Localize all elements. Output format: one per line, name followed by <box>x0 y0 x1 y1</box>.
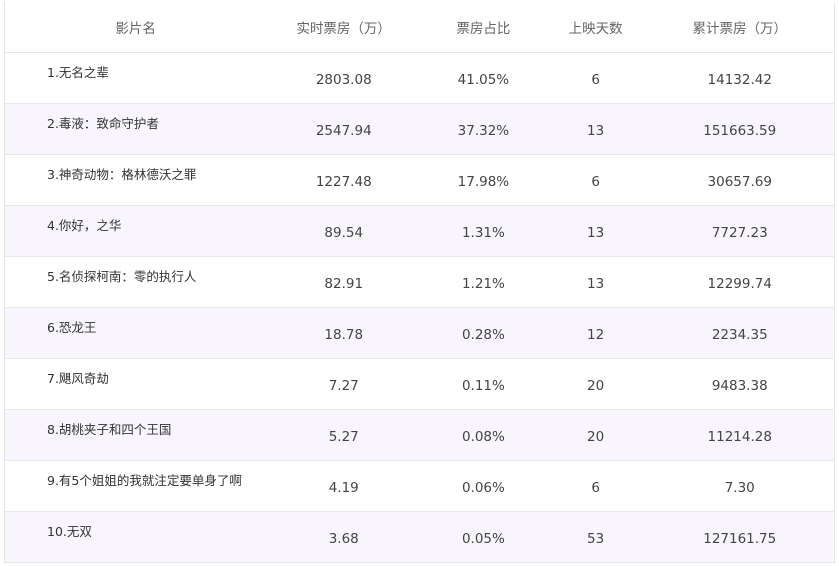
table-row[interactable]: 4.你好，之华 89.54 1.31% 13 7727.23 <box>5 206 834 257</box>
days-showing-cell: 12 <box>587 327 605 343</box>
table-row[interactable]: 3.神奇动物：格林德沃之罪 1227.48 17.98% 6 30657.69 <box>5 155 834 206</box>
film-name-cell: 8.胡桃夹子和四个王国 <box>47 422 172 437</box>
realtime-box-office-cell: 3.68 <box>328 531 359 547</box>
realtime-box-office-cell: 89.54 <box>324 225 364 241</box>
total-box-office-cell: 11214.28 <box>707 429 772 445</box>
table-row[interactable]: 8.胡桃夹子和四个王国 5.27 0.08% 20 11214.28 <box>5 410 834 461</box>
film-name-cell: 1.无名之辈 <box>47 65 109 80</box>
header-realtime-box-office[interactable]: 实时票房（万） <box>266 2 421 52</box>
box-office-share-cell: 0.05% <box>461 531 505 547</box>
header-total-box-office[interactable]: 累计票房（万） <box>645 2 834 52</box>
total-box-office-cell: 127161.75 <box>703 531 777 547</box>
realtime-box-office-cell: 4.19 <box>328 480 359 496</box>
days-showing-cell: 6 <box>591 174 600 190</box>
total-box-office-cell: 7.30 <box>724 480 755 496</box>
film-name-cell: 3.神奇动物：格林德沃之罪 <box>47 167 197 182</box>
days-showing-cell: 13 <box>587 123 605 139</box>
realtime-box-office-cell: 1227.48 <box>315 174 372 190</box>
table-row[interactable]: 5.名侦探柯南：零的执行人 82.91 1.21% 13 12299.74 <box>5 257 834 308</box>
table-row[interactable]: 6.恐龙王 18.78 0.28% 12 2234.35 <box>5 308 834 359</box>
days-showing-cell: 53 <box>587 531 605 547</box>
box-office-share-cell: 0.11% <box>461 378 505 394</box>
days-showing-cell: 20 <box>587 429 605 445</box>
days-showing-cell: 6 <box>591 72 600 88</box>
table-row[interactable]: 1.无名之辈 2803.08 41.05% 6 14132.42 <box>5 53 834 104</box>
header-film-name[interactable]: 影片名 <box>5 2 266 52</box>
table-row[interactable]: 2.毒液：致命守护者 2547.94 37.32% 13 151663.59 <box>5 104 834 155</box>
film-name-cell: 9.有5个姐姐的我就注定要单身了啊 <box>47 473 242 488</box>
film-name-cell: 2.毒液：致命守护者 <box>47 116 159 131</box>
table-header: 影片名 实时票房（万） 票房占比 上映天数 累计票房（万） <box>5 2 834 53</box>
days-showing-cell: 13 <box>587 276 605 292</box>
realtime-box-office-cell: 2803.08 <box>315 72 372 88</box>
realtime-box-office-cell: 18.78 <box>324 327 364 343</box>
box-office-share-cell: 37.32% <box>457 123 510 139</box>
days-showing-cell: 6 <box>591 480 600 496</box>
film-name-cell: 5.名侦探柯南：零的执行人 <box>47 269 197 284</box>
film-name-cell: 7.飓风奇劫 <box>47 371 109 386</box>
box-office-share-cell: 17.98% <box>457 174 510 190</box>
days-showing-cell: 13 <box>587 225 605 241</box>
table-row[interactable]: 10.无双 3.68 0.05% 53 127161.75 <box>5 512 834 563</box>
table-row[interactable]: 7.飓风奇劫 7.27 0.11% 20 9483.38 <box>5 359 834 410</box>
realtime-box-office-cell: 7.27 <box>328 378 359 394</box>
box-office-table: 影片名 实时票房（万） 票房占比 上映天数 累计票房（万） 1.无名之辈 2803… <box>4 2 835 563</box>
box-office-share-cell: 0.06% <box>461 480 505 496</box>
box-office-share-cell: 0.28% <box>461 327 505 343</box>
box-office-share-cell: 0.08% <box>461 429 505 445</box>
header-box-office-share[interactable]: 票房占比 <box>421 2 546 52</box>
realtime-box-office-cell: 2547.94 <box>315 123 372 139</box>
total-box-office-cell: 12299.74 <box>707 276 772 292</box>
total-box-office-cell: 151663.59 <box>703 123 777 139</box>
realtime-box-office-cell: 82.91 <box>324 276 364 292</box>
box-office-share-cell: 1.31% <box>461 225 505 241</box>
total-box-office-cell: 14132.42 <box>707 72 772 88</box>
film-name-cell: 10.无双 <box>47 524 92 539</box>
box-office-share-cell: 1.21% <box>461 276 505 292</box>
days-showing-cell: 20 <box>587 378 605 394</box>
total-box-office-cell: 7727.23 <box>711 225 768 241</box>
total-box-office-cell: 30657.69 <box>707 174 772 190</box>
header-days-showing[interactable]: 上映天数 <box>546 2 646 52</box>
total-box-office-cell: 2234.35 <box>711 327 768 343</box>
realtime-box-office-cell: 5.27 <box>328 429 359 445</box>
film-name-cell: 4.你好，之华 <box>47 218 122 233</box>
box-office-share-cell: 41.05% <box>457 72 510 88</box>
film-name-cell: 6.恐龙王 <box>47 320 97 335</box>
total-box-office-cell: 9483.38 <box>711 378 768 394</box>
table-row[interactable]: 9.有5个姐姐的我就注定要单身了啊 4.19 0.06% 6 7.30 <box>5 461 834 512</box>
